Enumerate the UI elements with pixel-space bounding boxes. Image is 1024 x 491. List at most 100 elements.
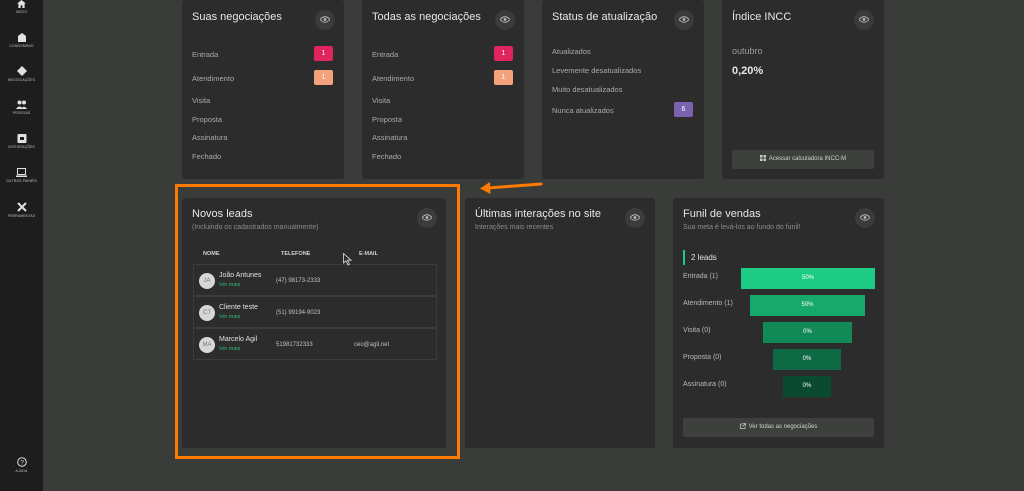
sidebar: Início Condomínio Negociações Pessoas In…: [0, 0, 43, 491]
sidebar-item-ajuda[interactable]: ? Ajuda: [0, 457, 43, 473]
sidebar-item-label: Ferramentas: [7, 214, 36, 218]
sidebar-item-label: Negociações: [7, 78, 36, 82]
sidebar-item-condominio[interactable]: Condomínio: [0, 32, 43, 48]
visibility-toggle[interactable]: [854, 10, 874, 30]
card-title: Funil de vendas: [683, 208, 761, 220]
visibility-toggle[interactable]: [674, 10, 694, 30]
card-status-atualizacao: Status de atualização Atualizados Leveme…: [542, 0, 704, 179]
funnel-bar[interactable]: 0%: [783, 376, 831, 397]
count-badge: 1: [494, 46, 513, 61]
lead-email: ceo@agil.net: [354, 342, 390, 348]
visibility-toggle[interactable]: [855, 208, 875, 228]
lead-name: Cliente teste: [219, 304, 258, 311]
sidebar-item-label: Condomínio: [9, 44, 34, 48]
card-subtitle: Sua meta é levá-los ao fundo do funil!: [683, 224, 801, 231]
eye-icon: [500, 16, 510, 23]
lead-name: Marcelo Agil: [219, 336, 258, 343]
sidebar-item-outros-paineis[interactable]: Outros painéis: [0, 168, 43, 183]
card-title: Todas as negociações: [372, 11, 481, 23]
row-label[interactable]: Proposta: [372, 115, 402, 124]
sidebar-item-pessoas[interactable]: Pessoas: [0, 100, 43, 115]
funnel-bar[interactable]: 50%: [750, 295, 865, 316]
row-label[interactable]: Atendimento: [192, 74, 234, 83]
card-subtitle: (Incluindo os cadastrados manualmente): [192, 224, 319, 231]
row-label[interactable]: Proposta: [192, 115, 222, 124]
row-label[interactable]: Muito desatualizados: [552, 85, 622, 94]
column-header-name: NOME: [203, 251, 220, 257]
card-suas-negociacoes: Suas negociações Entrada 1 Atendimento 1…: [182, 0, 344, 179]
row-label[interactable]: Visita: [192, 96, 210, 105]
row-label[interactable]: Fechado: [192, 152, 221, 161]
sidebar-item-label: Início: [15, 10, 28, 14]
calculator-button[interactable]: Acessar calculadora INCC-M: [732, 150, 874, 169]
sidebar-item-integracoes[interactable]: Integrações: [0, 133, 43, 149]
row-label[interactable]: Entrada: [192, 50, 218, 59]
card-title: Suas negociações: [192, 11, 282, 23]
integration-icon: [17, 134, 26, 143]
calculator-button-label: Acessar calculadora INCC-M: [768, 156, 847, 162]
funnel-total: 2 leads: [691, 253, 717, 262]
lead-phone: 51981732333: [276, 342, 313, 348]
row-label[interactable]: Entrada: [372, 50, 398, 59]
svg-text:?: ?: [20, 459, 24, 466]
column-header-email: E-MAIL: [359, 251, 378, 257]
funnel-stage-label: Visita (0): [683, 327, 711, 334]
help-label: Ajuda: [15, 469, 28, 473]
sidebar-item-ferramentas[interactable]: Ferramentas: [0, 202, 43, 218]
sidebar-item-inicio[interactable]: Início: [0, 0, 43, 14]
incc-month: outubro: [732, 46, 763, 56]
row-label[interactable]: Atendimento: [372, 74, 414, 83]
help-icon: ?: [16, 457, 27, 467]
card-title: Índice INCC: [732, 11, 792, 23]
card-title: Últimas interações no site: [475, 208, 601, 220]
see-more-link[interactable]: Ver mais: [219, 282, 240, 288]
row-label[interactable]: Levemente desatualizados: [552, 66, 641, 75]
eye-icon: [320, 16, 330, 23]
count-badge: 6: [674, 102, 693, 117]
visibility-toggle[interactable]: [625, 208, 645, 228]
table-row[interactable]: CT Cliente teste Ver mais (51) 99194-902…: [193, 296, 437, 328]
eye-icon: [679, 16, 689, 23]
row-label[interactable]: Nunca atualizados: [552, 106, 614, 115]
sidebar-item-negociacoes[interactable]: Negociações: [0, 66, 43, 82]
avatar: JA: [199, 273, 215, 289]
funnel-stage-label: Assinatura (0): [683, 381, 727, 388]
eye-icon: [859, 16, 869, 23]
lead-phone: (47) 98173-2333: [276, 278, 321, 284]
eye-icon: [860, 214, 870, 221]
avatar: CT: [199, 305, 215, 321]
view-all-negotiations-button[interactable]: Ver todas as negociações: [683, 418, 874, 437]
see-more-link[interactable]: Ver mais: [219, 346, 240, 352]
card-title: Status de atualização: [552, 11, 658, 23]
building-icon: [17, 33, 26, 42]
row-label[interactable]: Assinatura: [192, 133, 227, 142]
funnel-bar[interactable]: 50%: [741, 268, 875, 289]
count-badge: 1: [314, 70, 333, 85]
home-icon: [17, 0, 26, 8]
visibility-toggle[interactable]: [495, 10, 515, 30]
incc-value: 0,20%: [732, 65, 764, 77]
people-icon: [16, 100, 27, 109]
card-indice-incc: Índice INCC outubro 0,20% Acessar calcul…: [722, 0, 884, 179]
eye-icon: [422, 214, 432, 221]
visibility-toggle[interactable]: [417, 208, 437, 228]
handshake-icon: [16, 66, 27, 76]
funnel-bar[interactable]: 0%: [763, 322, 852, 343]
laptop-icon: [16, 168, 27, 177]
table-row[interactable]: JA João Antunes Ver mais (47) 98173-2333: [193, 264, 437, 296]
tools-icon: [16, 202, 27, 212]
row-label[interactable]: Assinatura: [372, 133, 407, 142]
count-badge: 1: [494, 70, 513, 85]
row-label[interactable]: Fechado: [372, 152, 401, 161]
row-label[interactable]: Visita: [372, 96, 390, 105]
visibility-toggle[interactable]: [315, 10, 335, 30]
table-row[interactable]: MA Marcelo Agil Ver mais 51981732333 ceo…: [193, 328, 437, 360]
total-marker: [683, 250, 685, 265]
sidebar-item-label: Integrações: [8, 145, 35, 149]
funnel-stage-label: Proposta (0): [683, 354, 722, 361]
annotation-arrow-icon: [480, 182, 543, 194]
row-label[interactable]: Atualizados: [552, 47, 591, 56]
funnel-bar[interactable]: 0%: [773, 349, 841, 370]
card-subtitle: Interações mais recentes: [475, 224, 554, 231]
see-more-link[interactable]: Ver mais: [219, 314, 240, 320]
